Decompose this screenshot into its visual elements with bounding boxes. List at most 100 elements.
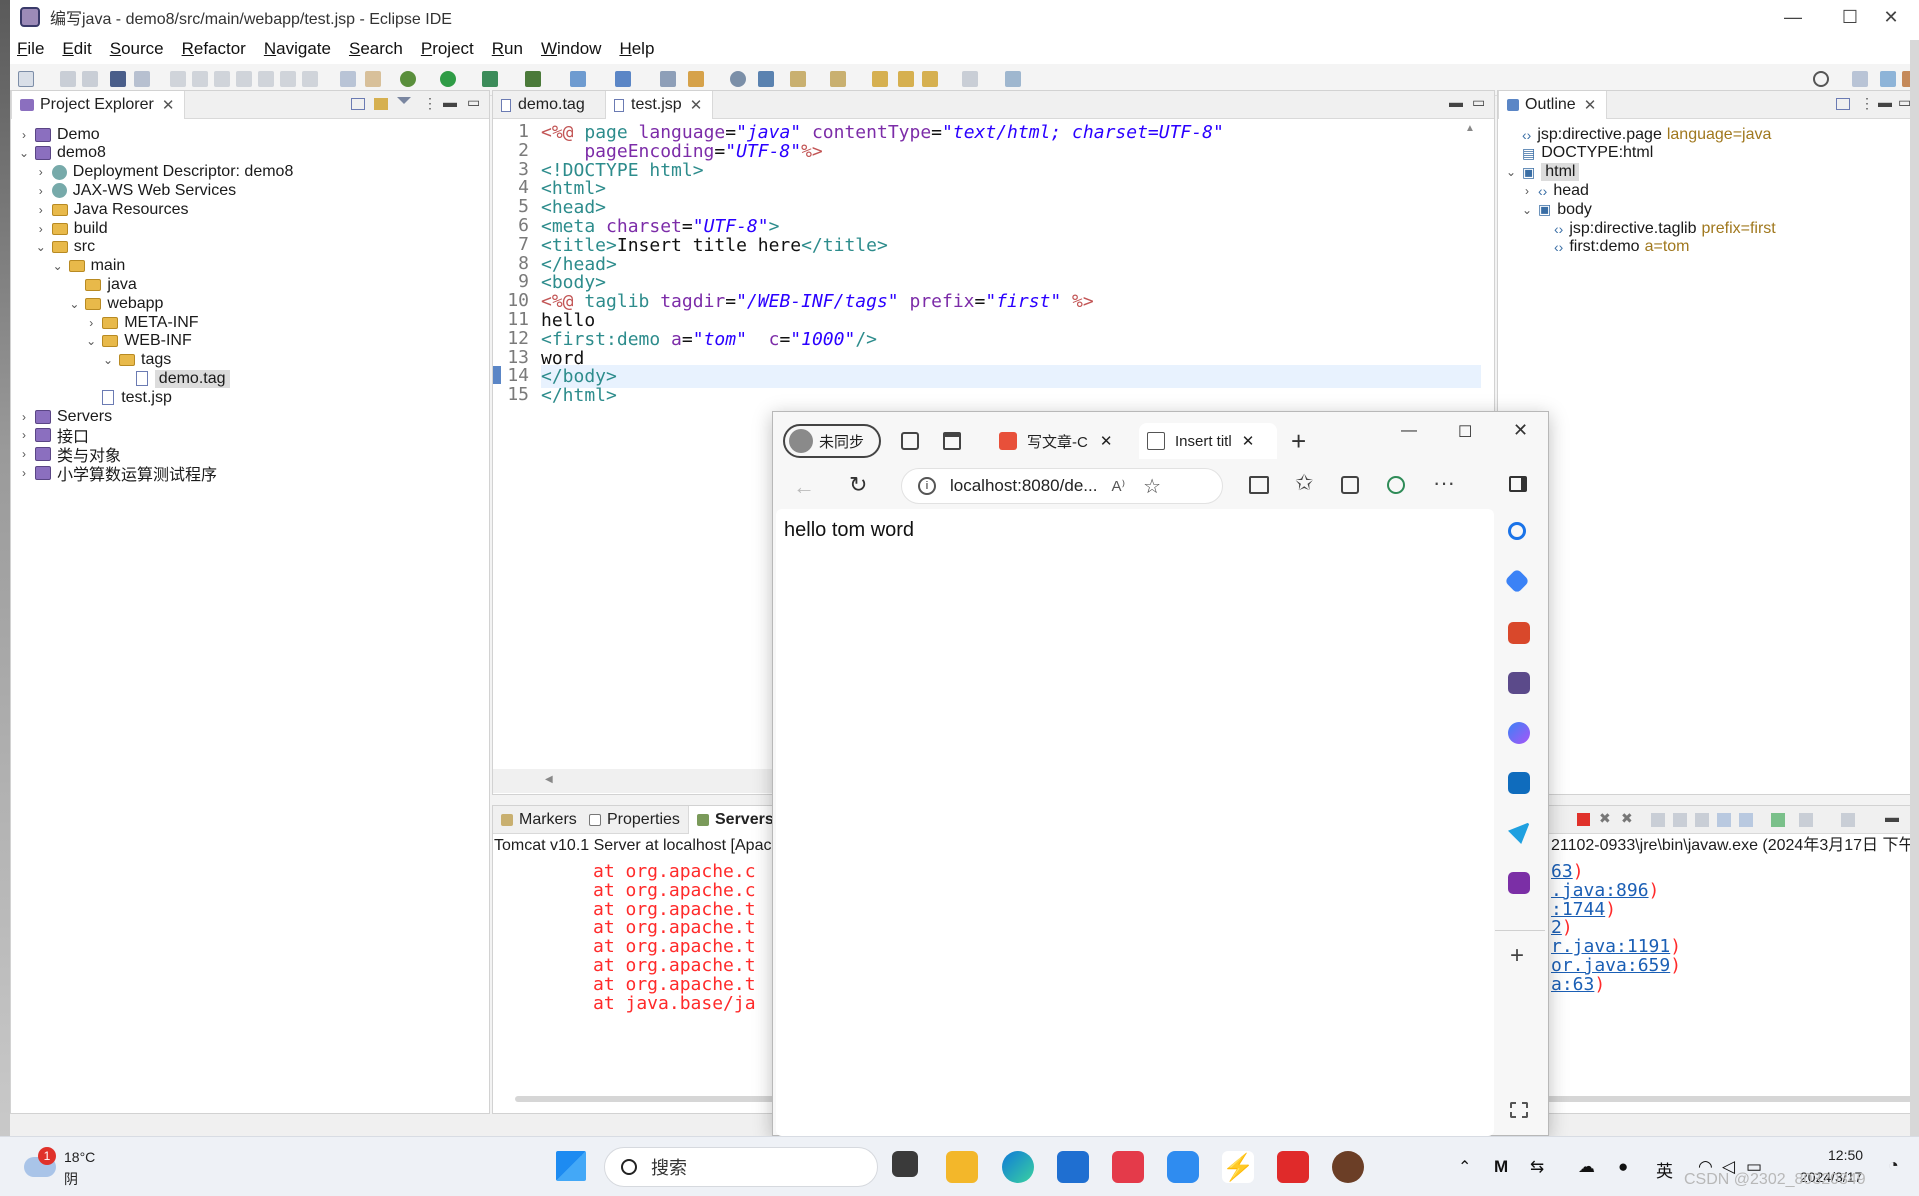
word-wrap-icon[interactable] (1695, 813, 1709, 827)
clear-console-icon[interactable] (1651, 813, 1665, 827)
menu-source[interactable]: Source (110, 39, 164, 59)
new-server-icon[interactable] (570, 71, 586, 87)
wps-icon[interactable] (1277, 1151, 1309, 1183)
search-icon[interactable] (1813, 71, 1829, 87)
tab-demo-tag[interactable]: demo.tag (493, 91, 595, 119)
console-line[interactable]: or.java:659) (1551, 956, 1681, 975)
terminate-console-icon[interactable] (1577, 813, 1590, 826)
remove-launch-icon[interactable]: ✖ (1599, 810, 1611, 827)
code-line[interactable]: <%@ taglib tagdir="/WEB-INF/tags" prefix… (541, 290, 1094, 313)
menu-search[interactable]: Search (349, 39, 403, 59)
chevron-right-icon[interactable]: › (17, 128, 31, 142)
chevron-right-icon[interactable]: › (1520, 184, 1534, 198)
close-tab-icon[interactable]: ✕ (162, 96, 175, 114)
menu-run[interactable]: Run (492, 39, 523, 59)
lightning-app-icon[interactable]: ⚡ (1222, 1151, 1254, 1183)
favorite-star-icon[interactable]: ☆ (1143, 474, 1161, 499)
close-tab-icon[interactable]: ✕ (1100, 432, 1113, 450)
onenote-icon[interactable] (1508, 872, 1530, 894)
chevron-right-icon[interactable]: › (17, 447, 31, 461)
scroll-up-icon[interactable]: ▲ (1465, 123, 1475, 134)
screenshot-icon[interactable] (1510, 1102, 1528, 1118)
new-icon[interactable] (18, 71, 34, 87)
chevron-down-icon[interactable]: ⌄ (17, 146, 31, 160)
tab-project-explorer[interactable]: Project Explorer ✕ (11, 91, 186, 119)
show-stdout-icon[interactable] (1717, 813, 1731, 827)
console-line[interactable]: 2) (1551, 918, 1573, 937)
back-dropdown-icon[interactable] (922, 71, 938, 87)
chevron-down-icon[interactable]: ⌄ (101, 353, 115, 367)
new-tab-button[interactable]: + (1291, 426, 1306, 457)
maximize-view-icon[interactable]: ▭ (467, 94, 480, 111)
minimize-view-icon[interactable]: ▬ (1878, 94, 1892, 110)
globe-icon[interactable] (730, 71, 746, 87)
chevron-right-icon[interactable]: › (34, 222, 48, 236)
code-line[interactable]: </body> (541, 365, 1481, 389)
code-line[interactable]: <first:demo a="tom" c="1000"/> (541, 328, 877, 351)
run-icon[interactable] (440, 71, 456, 87)
store-icon[interactable] (1057, 1151, 1089, 1183)
java-ee-perspective-icon[interactable] (1880, 71, 1896, 87)
back-icon[interactable] (898, 71, 914, 87)
tray-app-icon[interactable]: M (1494, 1157, 1508, 1177)
eclipse-taskbar-icon[interactable] (1332, 1151, 1364, 1183)
chevron-down-icon[interactable]: ⌄ (84, 334, 98, 348)
browser-tab-csdn[interactable]: 写文章-C ✕ (991, 423, 1131, 459)
task-view-icon[interactable] (892, 1151, 918, 1177)
console-line[interactable]: a:63) (1551, 975, 1605, 994)
back-arrow-icon[interactable]: ← (793, 474, 815, 500)
chevron-right-icon[interactable]: › (17, 428, 31, 442)
terminal-icon[interactable] (110, 71, 126, 87)
filter-icon[interactable] (397, 97, 411, 104)
stacktrace-link[interactable]: a:63 (1551, 974, 1594, 995)
clock-time[interactable]: 12:50 (1828, 1147, 1863, 1163)
tree-item[interactable]: › 小学算数运算测试程序 (17, 461, 217, 484)
refresh-icon[interactable]: ↻ (849, 472, 867, 498)
profile-button[interactable]: 未同步 (783, 424, 881, 458)
url-text[interactable]: localhost:8080/de... (950, 476, 1097, 496)
chevron-right-icon[interactable]: › (34, 184, 48, 198)
collections-icon[interactable] (1341, 476, 1359, 494)
mark-occurrences-icon[interactable] (365, 71, 381, 87)
suspend-icon[interactable] (192, 71, 208, 87)
browser-essentials-icon[interactable] (1387, 476, 1405, 494)
open-type-icon[interactable] (660, 71, 676, 87)
pin-editor-icon[interactable] (1005, 71, 1021, 87)
menu-navigate[interactable]: Navigate (264, 39, 331, 59)
shopping-tag-icon[interactable] (1504, 568, 1530, 594)
menu-help[interactable]: Help (619, 39, 654, 59)
open-console-icon[interactable] (1841, 813, 1855, 827)
menu-file[interactable]: File (17, 39, 44, 59)
minimize-view-icon[interactable]: ▬ (443, 94, 457, 110)
scroll-lock-icon[interactable] (1673, 813, 1687, 827)
save-all-icon[interactable] (82, 71, 98, 87)
chevron-up-icon[interactable]: ⌃ (1458, 1157, 1471, 1177)
pin-console-icon[interactable] (1771, 813, 1785, 827)
coverage-icon[interactable] (525, 71, 541, 87)
step-return-icon[interactable] (302, 71, 318, 87)
menu-window[interactable]: Window (541, 39, 601, 59)
site-info-icon[interactable]: i (918, 477, 936, 495)
tools-icon[interactable] (1508, 622, 1530, 644)
scroll-left-icon[interactable]: ◀ (545, 774, 553, 785)
outlook-icon[interactable] (1508, 772, 1530, 794)
disconnect-icon[interactable] (236, 71, 252, 87)
debug-icon[interactable] (400, 71, 416, 87)
view-menu-icon[interactable]: ⋮ (423, 95, 437, 112)
browser-minimize-icon[interactable]: — (1401, 422, 1417, 440)
show-stderr-icon[interactable] (1739, 813, 1753, 827)
ime-indicator[interactable]: 英 (1656, 1157, 1673, 1182)
search-task-icon[interactable] (688, 71, 704, 87)
chevron-right-icon[interactable]: › (34, 203, 48, 217)
weather-widget[interactable]: 1 18°C 阴 (24, 1147, 164, 1191)
taskbar-search[interactable]: 搜索 (604, 1147, 878, 1187)
chevron-down-icon[interactable]: ⌄ (1520, 203, 1534, 217)
console-line[interactable]: r.java:1191) (1551, 937, 1681, 956)
last-edit-icon[interactable] (872, 71, 888, 87)
resume-icon[interactable] (170, 71, 186, 87)
close-tab-icon[interactable]: ✕ (1584, 96, 1597, 114)
close-tab-icon[interactable]: ✕ (1242, 432, 1255, 450)
huawei-app-icon[interactable] (1112, 1151, 1144, 1183)
browser-maximize-icon[interactable]: ☐ (1458, 422, 1472, 442)
link-with-editor-icon[interactable] (374, 98, 388, 110)
